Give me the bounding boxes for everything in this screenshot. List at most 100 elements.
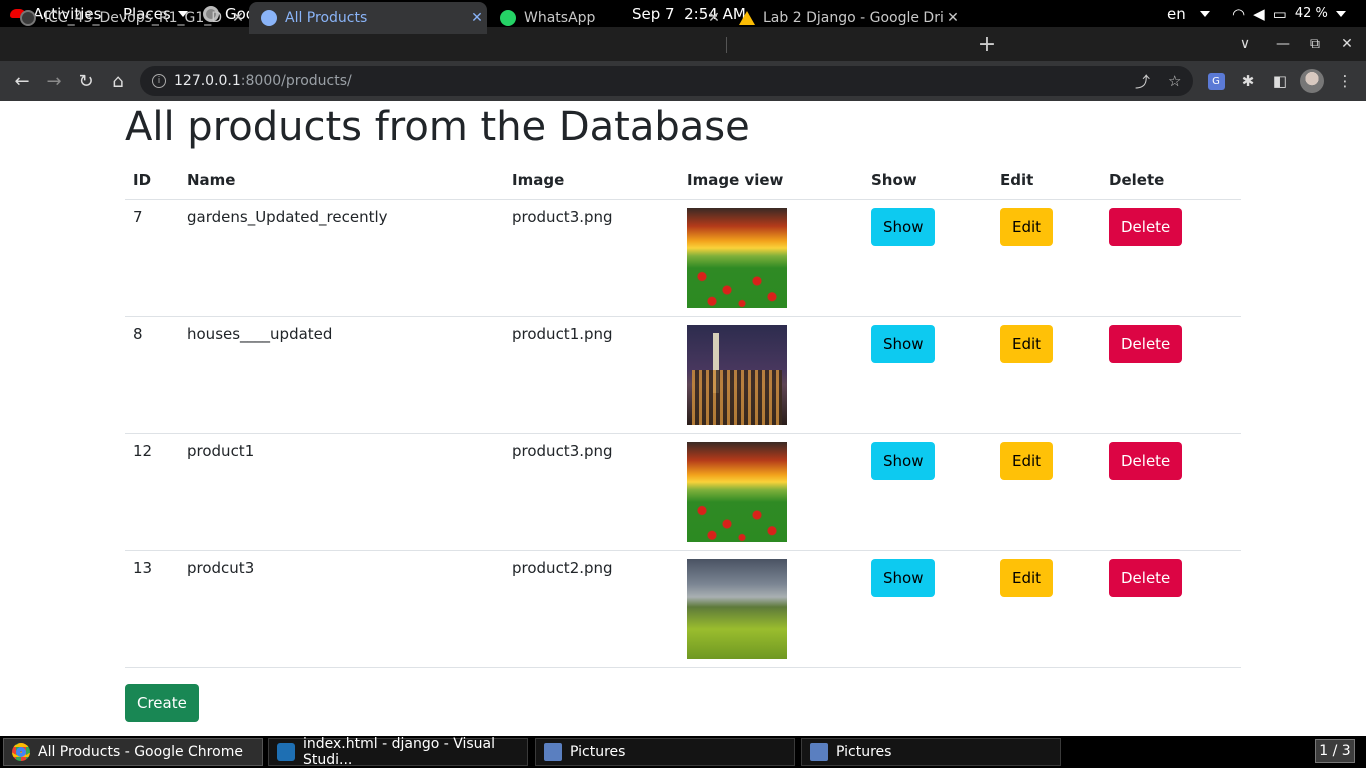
show-cell: Show — [863, 199, 992, 317]
battery-icon: ▭ — [1272, 4, 1287, 23]
page-title: All products from the Database — [125, 104, 750, 150]
tab-separator — [726, 37, 727, 53]
city-image — [687, 324, 787, 425]
delete-button[interactable]: Delete — [1109, 324, 1183, 363]
product-id: 7 — [125, 199, 179, 317]
show-button[interactable]: Show — [871, 558, 936, 597]
chevron-down-icon — [1335, 10, 1346, 17]
github-icon — [20, 10, 36, 26]
page-content: All products from the Database ID Name I… — [0, 101, 1366, 736]
share-icon[interactable]: ⤴ — [1135, 66, 1150, 96]
show-cell: Show — [863, 550, 992, 668]
profile-avatar[interactable] — [1300, 61, 1324, 101]
restore-icon[interactable]: ⧉ — [1300, 27, 1330, 61]
column-header-delete: Delete — [1101, 161, 1241, 200]
show-button[interactable]: Show — [871, 324, 936, 363]
show-button[interactable]: Show — [871, 207, 936, 246]
table-row: 13 prodcut3 product2.png Show Edit Delet… — [125, 550, 1241, 668]
home-icon[interactable]: ⌂ — [104, 61, 132, 101]
product-image-filename: product1.png — [504, 316, 679, 434]
more-menu-icon[interactable]: ⋮ — [1333, 61, 1357, 101]
language-menu[interactable]: en — [1167, 0, 1210, 27]
delete-button[interactable]: Delete — [1109, 558, 1183, 597]
workspace-indicator[interactable]: 1 / 3 — [1315, 739, 1355, 763]
taskbar-item-chrome[interactable]: All Products - Google Chrome — [3, 738, 263, 766]
table-row: 7 gardens_Updated_recently product3.png … — [125, 199, 1241, 317]
tab-search-icon[interactable]: ∨ — [1230, 27, 1260, 61]
whatsapp-icon — [500, 10, 516, 26]
volume-icon: ◀ — [1253, 4, 1265, 23]
tab-all-products[interactable]: All Products ✕ — [249, 2, 487, 34]
wifi-icon: ◠ — [1232, 4, 1246, 23]
taskbar-item-pictures[interactable]: Pictures — [535, 738, 795, 766]
product-name: prodcut3 — [179, 550, 504, 668]
edit-cell: Edit — [992, 550, 1101, 668]
edit-button[interactable]: Edit — [1000, 441, 1054, 480]
address-bar[interactable]: i 127.0.0.1 :8000/products/ ⤴ ☆ — [140, 66, 1193, 96]
product-image-filename: product3.png — [504, 433, 679, 551]
table-row: 12 product1 product3.png Show Edit Delet… — [125, 433, 1241, 551]
url-path: :8000/products/ — [240, 73, 352, 89]
url-host: 127.0.0.1 — [174, 73, 241, 89]
garden-image — [687, 441, 787, 542]
image-view-cell — [679, 199, 863, 317]
close-tab-icon[interactable]: ✕ — [228, 10, 248, 26]
close-tab-icon[interactable]: ✕ — [467, 10, 487, 26]
tab-label: All Products — [285, 10, 368, 26]
delete-button[interactable]: Delete — [1109, 207, 1183, 246]
close-tab-icon[interactable]: ✕ — [943, 10, 963, 26]
table-header-row: ID Name Image Image view Show Edit Delet… — [125, 161, 1241, 200]
chevron-down-icon — [1199, 10, 1210, 17]
taskbar-item-label: index.html - django - Visual Studi... — [303, 736, 496, 768]
files-icon — [810, 743, 828, 761]
side-panel-icon[interactable]: ◧ — [1268, 61, 1292, 101]
image-view-cell — [679, 550, 863, 668]
taskbar-item-label: All Products - Google Chrome — [38, 744, 243, 760]
tab-label: ICC_43_Devops_R1_G1_D — [44, 10, 223, 26]
column-header-image-view: Image view — [679, 161, 863, 200]
chrome-icon — [12, 743, 30, 761]
product-name: product1 — [179, 433, 504, 551]
edit-cell: Edit — [992, 316, 1101, 434]
table-row: 8 houses____updated product1.png Show Ed… — [125, 316, 1241, 434]
image-view-cell — [679, 433, 863, 551]
new-tab-button[interactable]: + — [975, 27, 999, 61]
product-name: gardens_Updated_recently — [179, 199, 504, 317]
hills-image — [687, 558, 787, 659]
taskbar-item-vscode[interactable]: index.html - django - Visual Studi... — [268, 736, 528, 768]
language-label: en — [1167, 4, 1186, 23]
delete-cell: Delete — [1101, 550, 1241, 668]
edit-cell: Edit — [992, 199, 1101, 317]
close-window-icon[interactable]: ✕ — [1332, 27, 1362, 61]
delete-button[interactable]: Delete — [1109, 441, 1183, 480]
tab-github[interactable]: ICC_43_Devops_R1_G1_D ✕ — [8, 2, 248, 34]
back-icon[interactable]: ← — [8, 61, 36, 101]
reload-icon[interactable]: ↻ — [72, 61, 100, 101]
tab-label: Lab 2 Django - Google Dri — [763, 10, 943, 26]
close-tab-icon[interactable]: ✕ — [704, 10, 724, 26]
show-button[interactable]: Show — [871, 441, 936, 480]
system-status-menu[interactable]: ◠ ◀ ▭ 42 % — [1232, 0, 1346, 27]
edit-button[interactable]: Edit — [1000, 207, 1054, 246]
column-header-id: ID — [125, 161, 179, 200]
extensions-puzzle-icon[interactable]: ✱ — [1236, 61, 1260, 101]
edit-button[interactable]: Edit — [1000, 558, 1054, 597]
bookmark-star-icon[interactable]: ☆ — [1168, 66, 1181, 96]
browser-toolbar: ← → ↻ ⌂ i 127.0.0.1 :8000/products/ ⤴ ☆ — [0, 61, 1366, 101]
edit-button[interactable]: Edit — [1000, 324, 1054, 363]
tab-whatsapp[interactable]: WhatsApp ✕ — [488, 2, 724, 34]
product-image-filename: product2.png — [504, 550, 679, 668]
create-button[interactable]: Create — [125, 684, 199, 722]
window-list-taskbar: All Products - Google Chrome index.html … — [0, 736, 1366, 768]
minimize-icon[interactable]: — — [1268, 27, 1298, 61]
tab-google-drive[interactable]: Lab 2 Django - Google Dri ✕ — [727, 2, 963, 34]
site-info-icon[interactable]: i — [152, 74, 166, 88]
delete-cell: Delete — [1101, 199, 1241, 317]
taskbar-item-label: Pictures — [570, 744, 626, 760]
taskbar-item-label: Pictures — [836, 744, 892, 760]
delete-cell: Delete — [1101, 433, 1241, 551]
taskbar-item-pictures[interactable]: Pictures — [801, 738, 1061, 766]
translate-extension-icon[interactable]: G — [1204, 61, 1228, 101]
forward-icon[interactable]: → — [40, 61, 68, 101]
column-header-edit: Edit — [992, 161, 1101, 200]
